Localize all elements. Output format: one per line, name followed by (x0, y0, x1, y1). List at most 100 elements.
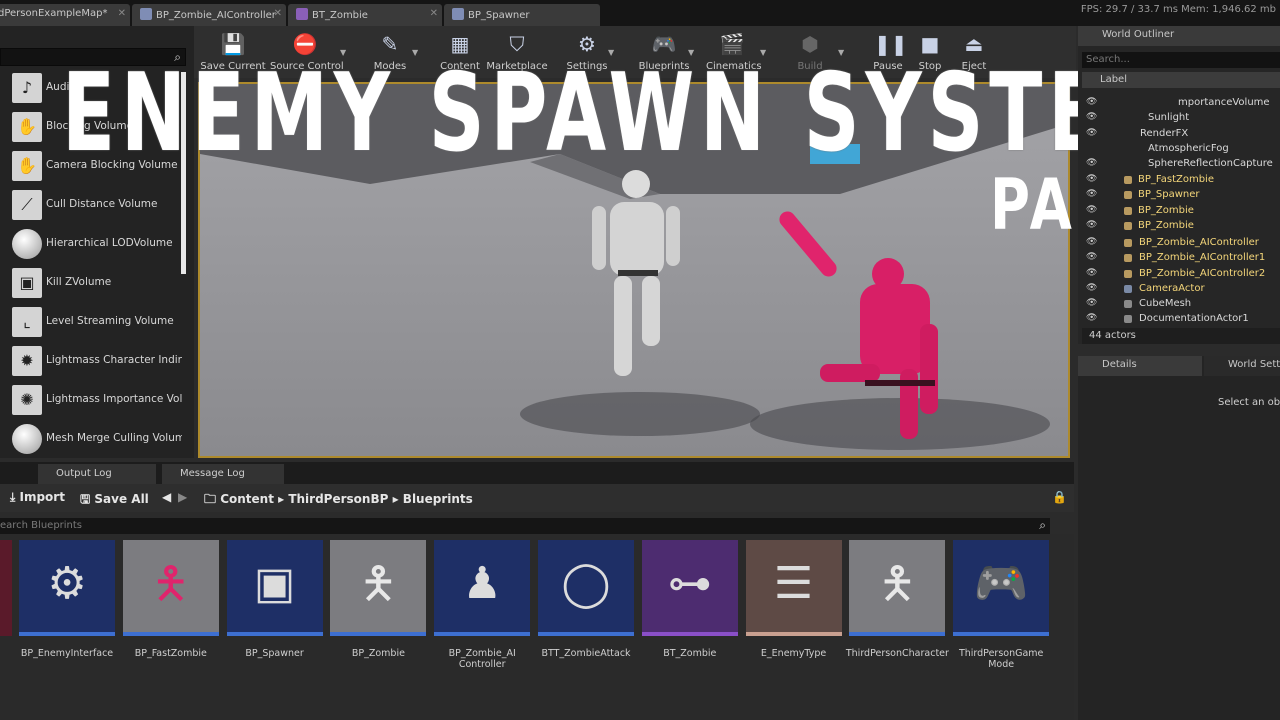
asset-label: BP_Spawner (245, 648, 304, 659)
outliner-row[interactable]: 👁 BP_Zombie_AIController (1082, 236, 1280, 251)
outliner-search-input[interactable]: Search... (1082, 52, 1280, 68)
volume-item-hlod[interactable]: Hierarchical LODVolume (8, 226, 182, 262)
tab-message-log[interactable]: Message Log (162, 464, 284, 484)
breadcrumb-sep-icon: ▸ (278, 492, 289, 506)
outliner-row[interactable]: 👁 BP_Spawner (1082, 188, 1280, 203)
eye-icon[interactable]: 👁 (1086, 237, 1097, 247)
breadcrumb: 🗀 Content ▸ ThirdPersonBP ▸ Blueprints (204, 490, 473, 511)
outliner-row[interactable]: 👁 SphereReflectionCapture (1082, 157, 1280, 172)
tab-world-outliner[interactable]: World Outliner (1078, 26, 1280, 46)
doc-icon (1124, 315, 1132, 323)
eye-icon[interactable]: 👁 (1086, 112, 1097, 122)
close-icon[interactable]: ✕ (118, 8, 126, 19)
volume-item-lightmass-importance[interactable]: ✺ Lightmass Importance Volu (8, 382, 182, 418)
asset-tile[interactable]: ♟ BP_Zombie_AI Controller (434, 540, 531, 670)
volume-item-cull-distance[interactable]: ⟋ Cull Distance Volume (8, 187, 182, 223)
eye-icon[interactable]: 👁 (1086, 174, 1097, 184)
close-icon[interactable]: ✕ (274, 8, 282, 19)
import-button[interactable]: ⤓ Import (10, 490, 65, 505)
outliner-row-label: BP_Zombie_AIController2 (1139, 268, 1266, 279)
outliner-row[interactable]: 👁 DocumentationActor1 (1082, 312, 1280, 327)
import-label: Import (19, 490, 65, 504)
sphere-icon (12, 424, 42, 454)
document-tab-bar: dPersonExampleMap* ✕ BP_Zombie_AIControl… (0, 0, 1280, 26)
asset-tile[interactable]: 🯅 BP_Zombie (330, 540, 427, 660)
breadcrumb-item[interactable]: Blueprints (403, 492, 473, 506)
breadcrumb-sep-icon: ▸ (392, 492, 403, 506)
forward-button[interactable]: ▶ (178, 490, 187, 504)
volume-item-label: Cull Distance Volume (46, 198, 158, 210)
asset-tile[interactable]: ◯ BTT_ZombieAttack (538, 540, 634, 660)
volume-item-mesh-merge[interactable]: Mesh Merge Culling Volume (8, 421, 182, 457)
outliner-row[interactable]: 👁 BP_Zombie (1082, 204, 1280, 219)
volume-item-label: Lightmass Character Indire (46, 354, 182, 366)
asset-tile[interactable]: ⊶ BT_Zombie (641, 540, 738, 660)
eye-icon[interactable]: 👁 (1086, 298, 1097, 308)
asset-label: BT_Zombie (663, 648, 717, 659)
tab-bp-spawner[interactable]: BP_Spawner (444, 4, 600, 26)
tab-map[interactable]: dPersonExampleMap* ✕ (0, 4, 130, 26)
save-all-button[interactable]: 🖫 Save All (80, 490, 149, 511)
search-placeholder: earch Blueprints (0, 520, 83, 531)
eye-icon[interactable]: 👁 (1086, 313, 1097, 323)
eye-icon[interactable]: 👁 (1086, 220, 1097, 230)
asset-tile[interactable]: 🎮 ThirdPersonGame Mode (953, 540, 1050, 670)
outliner-row[interactable]: 👁 BP_Zombie_AIController2 (1082, 267, 1280, 282)
tab-details[interactable]: Details (1078, 356, 1202, 376)
blueprints-search-input[interactable]: earch Blueprints ⌕ (0, 518, 1050, 534)
asset-tile[interactable]: 🯅 BP_FastZombie (122, 540, 219, 660)
outliner-row[interactable]: 👁 mportanceVolume (1082, 96, 1280, 111)
asset-label: E_EnemyType (760, 648, 827, 659)
volume-item-lightmass-character[interactable]: ✹ Lightmass Character Indire (8, 343, 182, 379)
asset-label: BP_Zombie (351, 648, 405, 659)
sphere-icon (12, 229, 42, 259)
outliner-row[interactable]: 👁 CameraActor (1082, 282, 1280, 297)
outliner-row[interactable]: 👁 RenderFX (1082, 127, 1280, 142)
shadow-white (520, 392, 760, 436)
breadcrumb-item[interactable]: ThirdPersonBP (288, 492, 388, 506)
lock-icon[interactable]: 🔒 (1052, 490, 1067, 504)
actor-icon (1124, 254, 1132, 262)
eye-icon[interactable]: 👁 (1086, 205, 1097, 215)
outliner-row[interactable]: 👁 CubeMesh (1082, 297, 1280, 312)
asset-tile[interactable]: ⚙ BP_EnemyInterface (19, 540, 115, 660)
outliner-row[interactable]: AtmosphericFog (1082, 142, 1280, 157)
outliner-row[interactable]: 👁 BP_FastZombie (1082, 173, 1280, 188)
eye-icon[interactable]: 👁 (1086, 283, 1097, 293)
eye-icon[interactable]: 👁 (1086, 158, 1097, 168)
hand-icon: ✋ (12, 112, 42, 142)
outliner-row[interactable]: 👁 Sunlight (1082, 111, 1280, 126)
asset-thumbnail: ♟ (434, 540, 531, 636)
asset-thumbnail: ⚙ (19, 540, 115, 636)
kill-z-icon: ▣ (12, 268, 42, 298)
mesh-icon (1124, 300, 1132, 308)
eye-icon[interactable]: 👁 (1086, 128, 1097, 138)
asset-label: BP_FastZombie (134, 648, 207, 659)
tab-ai-controller[interactable]: BP_Zombie_AIController ✕ (132, 4, 286, 26)
outliner-row-label: RenderFX (1140, 128, 1189, 139)
close-icon[interactable]: ✕ (430, 8, 438, 19)
outliner-row[interactable]: 👁 BP_Zombie (1082, 219, 1280, 234)
tab-label: Details (1102, 359, 1137, 370)
tab-output-log[interactable]: Output Log (38, 464, 156, 484)
asset-thumbnail: 🯅 (849, 540, 946, 636)
eye-icon[interactable]: 👁 (1086, 268, 1097, 278)
outliner-row[interactable]: 👁 BP_Zombie_AIController1 (1082, 251, 1280, 266)
asset-tile[interactable]: ☰ E_EnemyType (745, 540, 842, 660)
eye-icon[interactable]: 👁 (1086, 252, 1097, 262)
eye-icon[interactable]: 👁 (1086, 189, 1097, 199)
asset-partial[interactable] (0, 540, 12, 636)
volume-item-level-streaming[interactable]: ⌞ Level Streaming Volume (8, 304, 182, 340)
asset-tile[interactable]: 🯅 ThirdPersonCharacter (846, 540, 949, 660)
breadcrumb-item[interactable]: Content (220, 492, 274, 506)
outliner-column-header[interactable]: Label (1082, 72, 1280, 88)
eye-icon[interactable]: 👁 (1086, 97, 1097, 107)
details-hint: Select an object (1218, 397, 1280, 408)
asset-tile[interactable]: ▣ BP_Spawner (226, 540, 323, 660)
tab-bt-zombie[interactable]: BT_Zombie ✕ (288, 4, 442, 26)
tab-world-settings[interactable]: World Settings (1204, 356, 1280, 376)
outliner-row-label: mportanceVolume (1178, 97, 1270, 108)
volume-item-kill-z[interactable]: ▣ Kill ZVolume (8, 265, 182, 301)
back-button[interactable]: ◀ (162, 490, 171, 504)
outliner-row-label: BP_Zombie_AIController1 (1139, 252, 1266, 263)
